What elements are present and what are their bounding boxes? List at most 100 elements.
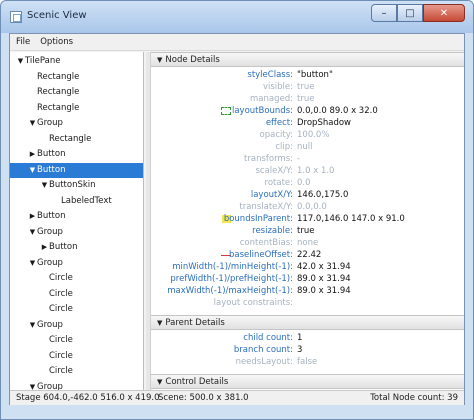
title-bar[interactable]: Scenic View – □ ✕ [1,1,473,33]
property-value: "button" [297,70,333,80]
tree-item[interactable]: ▶ Button [10,240,143,256]
property-value: none [297,238,319,248]
app-window: Scenic View – □ ✕ File Options ▼ TilePane… [0,0,474,420]
tree-item[interactable]: Circle [10,349,143,365]
expanded-arrow-icon[interactable]: ▼ [28,163,37,179]
node-details-header[interactable]: ▼ Node Details [151,52,464,67]
tree-item-label: TilePane [25,56,61,66]
property-row: prefWidth(-1)/prefHeight(-1): 89.0 x 31.9… [151,273,464,285]
expanded-arrow-icon[interactable]: ▼ [16,54,25,70]
property-value: true [297,82,315,92]
tree-item-label: Group [37,226,63,237]
tree-item[interactable]: Rectangle [10,70,143,86]
collapsed-arrow-icon[interactable]: ▶ [28,147,37,163]
tree-item-label: Rectangle [49,133,92,144]
tree-item-label: Button [37,164,66,175]
expanded-arrow-icon[interactable]: ▼ [28,256,37,272]
expanded-arrow-icon[interactable]: ▼ [28,225,37,241]
expanded-arrow-icon[interactable]: ▼ [28,116,37,132]
tree-item[interactable]: Circle [10,364,143,380]
property-name: transforms: [244,154,293,164]
scenegraph-tree[interactable]: ▼ TilePane Rectangle Rectangle Rectangle ▼ Gro… [10,52,144,390]
tree-item[interactable]: Circle [10,302,143,318]
property-name: visible: [262,82,293,92]
tree-item[interactable]: ▼ Group [10,256,143,272]
property-row: resizable: true [151,225,464,237]
parent-details-header[interactable]: ▼ Parent Details [151,315,464,330]
tree-item[interactable]: Circle [10,287,143,303]
property-row: layoutX/Y: 146.0,175.0 [151,189,464,201]
property-row: layout constraints: [151,297,464,309]
property-row: maxWidth(-1)/maxHeight(-1): 89.0 x 31.94 [151,285,464,297]
status-bar: Stage 604.0,-462.0 516.0 x 419.0 Scene: … [10,390,464,405]
tree-item-label: Circle [49,366,73,376]
property-name: resizable: [252,226,293,236]
tree-item[interactable]: ▼ Group [10,380,143,391]
app-icon [10,11,22,23]
property-value: 89.0 x 31.94 [297,286,351,296]
tree-item[interactable]: ▼ Group [10,318,143,334]
tree-item-label: Rectangle [37,102,80,113]
window-controls: – □ ✕ [371,4,465,24]
property-value: 1 [297,333,303,343]
tree-item-label: Group [37,118,63,128]
tree-item[interactable]: ▼ Group [10,225,143,241]
property-name: prefWidth(-1)/prefHeight(-1): [170,274,293,284]
property-value: true [297,226,315,236]
menu-options[interactable]: Options [40,37,73,47]
tree-item[interactable]: Rectangle [10,101,143,117]
property-value: null [297,142,313,152]
property-name: needsLayout: [235,357,293,367]
property-row: baselineOffset: 22.42 [151,249,464,261]
tree-item[interactable]: ▼ ButtonSkin [10,178,143,194]
property-name: clip: [275,142,293,152]
collapse-arrow-icon: ▼ [157,378,163,386]
tree-item[interactable]: Rectangle [10,132,143,148]
collapsed-arrow-icon[interactable]: ▶ [28,209,37,225]
property-value: 0.0,0.0 89.0 x 32.0 [297,106,378,116]
minimize-button[interactable]: – [371,4,397,22]
tree-item[interactable]: Rectangle [10,85,143,101]
close-button[interactable]: ✕ [423,4,465,22]
collapsed-arrow-icon[interactable]: ▶ [40,240,49,256]
property-row: styleClass: "button" [151,69,464,81]
expanded-arrow-icon[interactable]: ▼ [28,380,37,391]
tree-item[interactable]: LabeledText [10,194,143,210]
property-row: scaleX/Y: 1.0 x 1.0 [151,165,464,177]
expanded-arrow-icon[interactable]: ▼ [28,318,37,334]
property-row: clip: null [151,141,464,153]
menu-file[interactable]: File [16,37,30,47]
tree-item-label: Circle [49,273,73,283]
property-name: child count: [243,333,293,343]
property-name: contentBias: [239,238,293,248]
property-name: minWidth(-1)/minHeight(-1): [172,262,293,272]
property-value: 22.42 [297,250,322,260]
property-value: 0.0 [297,178,311,188]
property-row: layoutBounds: 0.0,0.0 89.0 x 32.0 [151,105,464,117]
property-row: rotate: 0.0 [151,177,464,189]
property-row: branch count: 3 [151,344,464,356]
tree-item[interactable]: ▶ Button [10,209,143,225]
property-value: 3 [297,345,303,355]
property-name: effect: [265,118,293,128]
property-value: 146.0,175.0 [297,190,349,200]
tree-item[interactable]: ▼ TilePane [10,54,143,70]
property-value: 89.0 x 31.94 [297,274,351,284]
property-name: baselineOffset: [228,250,293,260]
tree-item[interactable]: Circle [10,333,143,349]
property-row: boundsInParent: 117.0,146.0 147.0 x 91.0 [151,213,464,225]
property-row: effect: DropShadow [151,117,464,129]
property-name: layoutX/Y: [250,190,293,200]
tree-item-label: LabeledText [61,195,112,206]
tree-item[interactable]: Circle [10,271,143,287]
tree-item-label: Group [37,319,63,330]
tree-item-label: Button [37,211,66,221]
maximize-button[interactable]: □ [397,4,423,22]
menu-bar: File Options [10,34,464,51]
tree-item[interactable]: ▼ Button [10,162,143,179]
tree-item-label: Group [37,257,63,268]
expanded-arrow-icon[interactable]: ▼ [40,178,49,194]
control-details-header[interactable]: ▼ Control Details [151,374,464,389]
tree-item[interactable]: ▶ Button [10,147,143,163]
tree-item[interactable]: ▼ Group [10,116,143,132]
